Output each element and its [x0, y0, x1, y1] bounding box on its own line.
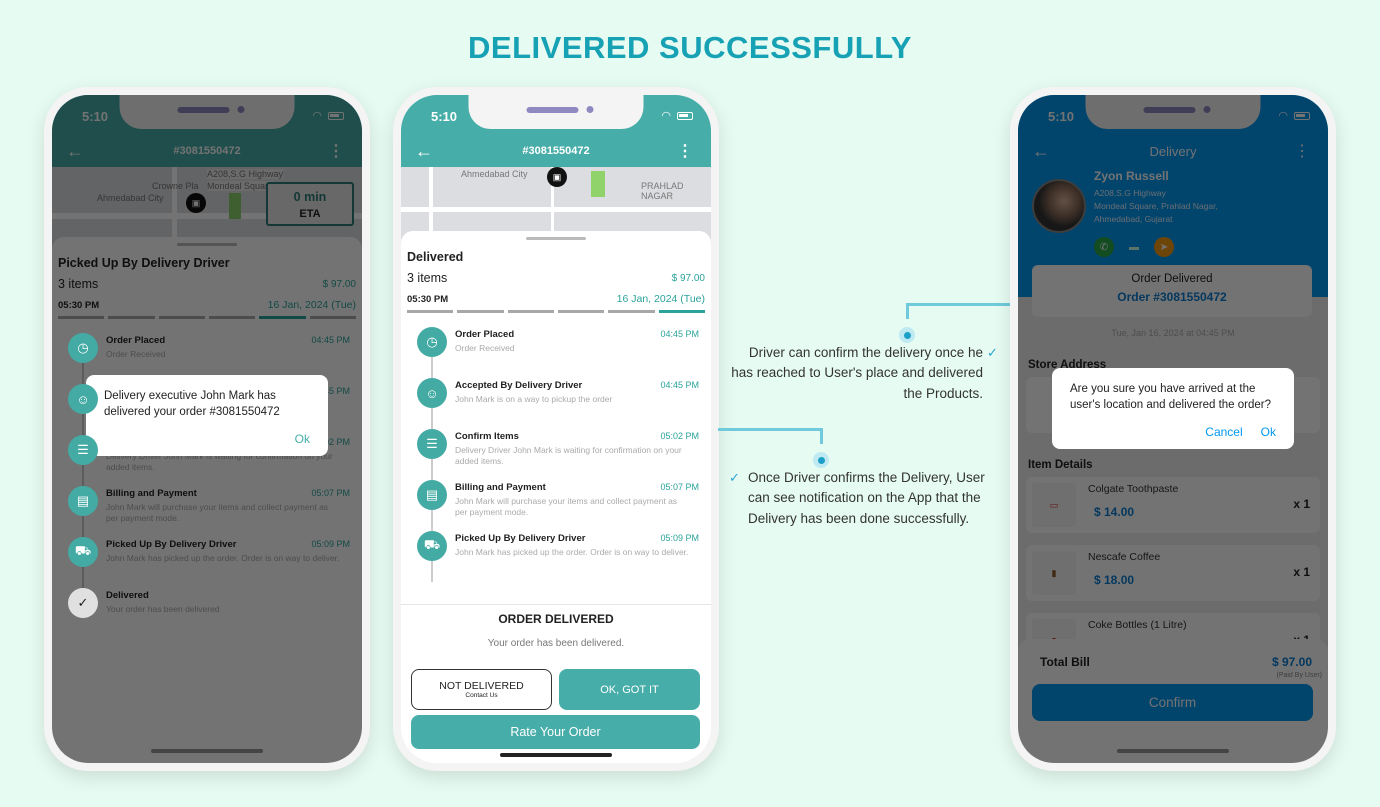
rate-order-button[interactable]: Rate Your Order	[411, 715, 700, 749]
status-icons: ◠	[661, 109, 693, 122]
order-status-title: Delivered	[407, 250, 464, 264]
timeline-item: ⛟ Picked Up By Delivery Driver 05:09 PM Joh…	[417, 531, 699, 582]
order-delivered-heading: ORDER DELIVERED	[498, 612, 614, 626]
callout-text-top: Driver can confirm the delivery once he …	[731, 345, 983, 401]
order-number-title: #3081550472	[522, 145, 590, 157]
order-price: $ 97.00	[671, 272, 705, 284]
timeline-desc: John Mark is on a way to pickup the orde…	[455, 394, 613, 404]
timeline-desc: Delivery Driver John Mark is waiting for…	[455, 445, 682, 467]
timeline-time: 05:09 PM	[660, 533, 699, 543]
phone-3: 5:10 ◠ ← Delivery ⋮ Zyon Russell A208,S.…	[1010, 87, 1336, 771]
checklist-icon: ☰	[417, 429, 447, 459]
callout-connector-bottom	[718, 428, 823, 444]
timeline-title: Billing and Payment	[455, 482, 546, 493]
clock-icon: ◷	[417, 327, 447, 357]
driver-location-pin-icon: ▣	[547, 167, 567, 187]
home-indicator	[500, 753, 612, 757]
callout-dot-top	[899, 327, 915, 343]
ok-got-it-button[interactable]: OK, GOT IT	[559, 669, 700, 710]
timeline-time: 05:02 PM	[660, 431, 699, 441]
status-time: 5:10	[431, 109, 458, 124]
phone-1: 5:10 ◠ ← #3081550472 ⋮ A208,S.G Highway …	[44, 87, 370, 771]
timeline-time: 04:45 PM	[660, 380, 699, 390]
not-delivered-button[interactable]: NOT DELIVERED Contact Us	[411, 669, 552, 710]
app-bar: ← #3081550472 ⋮	[401, 135, 711, 167]
dialog-ok-button[interactable]: Ok	[295, 432, 310, 446]
page-title: DELIVERED SUCCESSFULLY	[468, 30, 912, 65]
check-circle-icon: ✓	[987, 345, 998, 360]
callout-text-bottom: Once Driver confirms the Delivery, User …	[748, 470, 985, 526]
checklist-icon: ☰	[68, 435, 98, 465]
check-circle-icon: ✓	[729, 470, 740, 485]
timeline-title: Confirm Items	[455, 431, 519, 442]
phone-2: 5:10 ◠ ← #3081550472 ⋮ Ahmedabad City PR…	[393, 87, 719, 771]
home-indicator	[151, 749, 263, 753]
timeline-desc: Order Received	[455, 343, 515, 353]
timeline-time: 04:45 PM	[660, 329, 699, 339]
dialog-ok-button[interactable]: Ok	[1261, 425, 1276, 439]
timeline-title: Order Placed	[455, 329, 515, 340]
driver-icon: ☺	[417, 378, 447, 408]
callout-connector-top	[906, 303, 1011, 319]
scooter-icon: ⛟	[68, 537, 98, 567]
order-timeline[interactable]: ◷ Order Placed 04:45 PM Order Received ☺ Acce…	[401, 313, 711, 605]
timeline-item: ◷ Order Placed 04:45 PM Order Received	[417, 327, 699, 378]
callout-dot-bottom	[813, 452, 829, 468]
order-date: 16 Jan, 2024 (Tue)	[616, 293, 705, 305]
order-delivered-subtext: Your order has been delivered.	[487, 638, 625, 649]
timeline-item: ▤ Billing and Payment 05:07 PM John Mark wi…	[417, 480, 699, 531]
check-icon: ✓	[68, 588, 98, 618]
more-menu-icon[interactable]: ⋮	[677, 141, 693, 161]
phone-1-screen: 5:10 ◠ ← #3081550472 ⋮ A208,S.G Highway …	[52, 95, 362, 763]
dialog-message: Are you sure you have arrived at the use…	[1070, 383, 1272, 411]
clock-icon: ◷	[68, 333, 98, 363]
bill-icon: ▤	[68, 486, 98, 516]
delivered-notification-dialog: Delivery executive John Mark has deliver…	[86, 375, 328, 457]
notch	[468, 95, 644, 129]
timeline-time: 05:07 PM	[660, 482, 699, 492]
wifi-icon: ◠	[661, 110, 671, 122]
driver-icon: ☺	[68, 384, 98, 414]
back-arrow-icon[interactable]: ←	[415, 141, 433, 162]
timeline-item: ☺ Accepted By Delivery Driver 04:45 PM John…	[417, 378, 699, 429]
timeline-title: Picked Up By Delivery Driver	[455, 533, 586, 544]
drag-handle[interactable]	[526, 237, 586, 240]
battery-icon	[677, 111, 693, 120]
phone-2-screen: 5:10 ◠ ← #3081550472 ⋮ Ahmedabad City PR…	[401, 95, 711, 763]
bill-icon: ▤	[417, 480, 447, 510]
confirm-delivery-dialog: Are you sure you have arrived at the use…	[1052, 368, 1294, 450]
dialog-message: Delivery executive John Mark has deliver…	[104, 390, 280, 418]
timeline-item: ☰ Confirm Items 05:02 PM Delivery Driver Jo…	[417, 429, 699, 480]
phone-3-screen: 5:10 ◠ ← Delivery ⋮ Zyon Russell A208,S.…	[1018, 95, 1328, 763]
timeline-desc: John Mark will purchase your items and c…	[455, 496, 678, 518]
timeline-title: Accepted By Delivery Driver	[455, 380, 583, 391]
items-count: 3 items	[407, 271, 448, 285]
timeline-desc: John Mark has picked up the order. Order…	[455, 547, 689, 557]
order-time: 05:30 PM	[407, 293, 449, 305]
dialog-cancel-button[interactable]: Cancel	[1205, 425, 1242, 439]
home-indicator	[1117, 749, 1229, 753]
scooter-icon: ⛟	[417, 531, 447, 561]
